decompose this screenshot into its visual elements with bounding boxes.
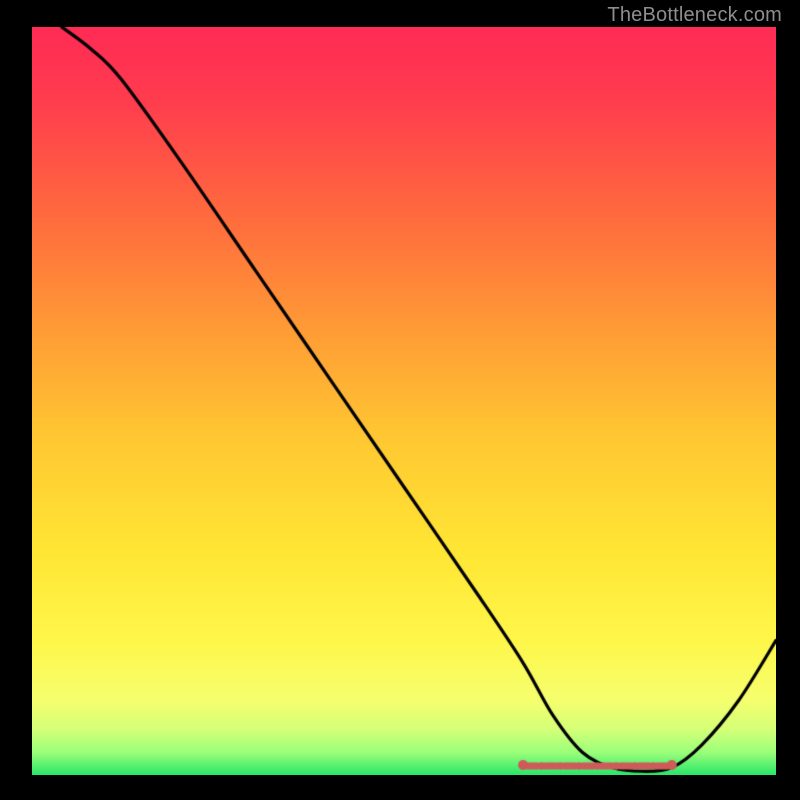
watermark-text: TheBottleneck.com xyxy=(607,4,782,27)
plot-area xyxy=(32,27,776,775)
chart-frame: TheBottleneck.com xyxy=(0,0,800,800)
curve-canvas xyxy=(32,27,776,775)
